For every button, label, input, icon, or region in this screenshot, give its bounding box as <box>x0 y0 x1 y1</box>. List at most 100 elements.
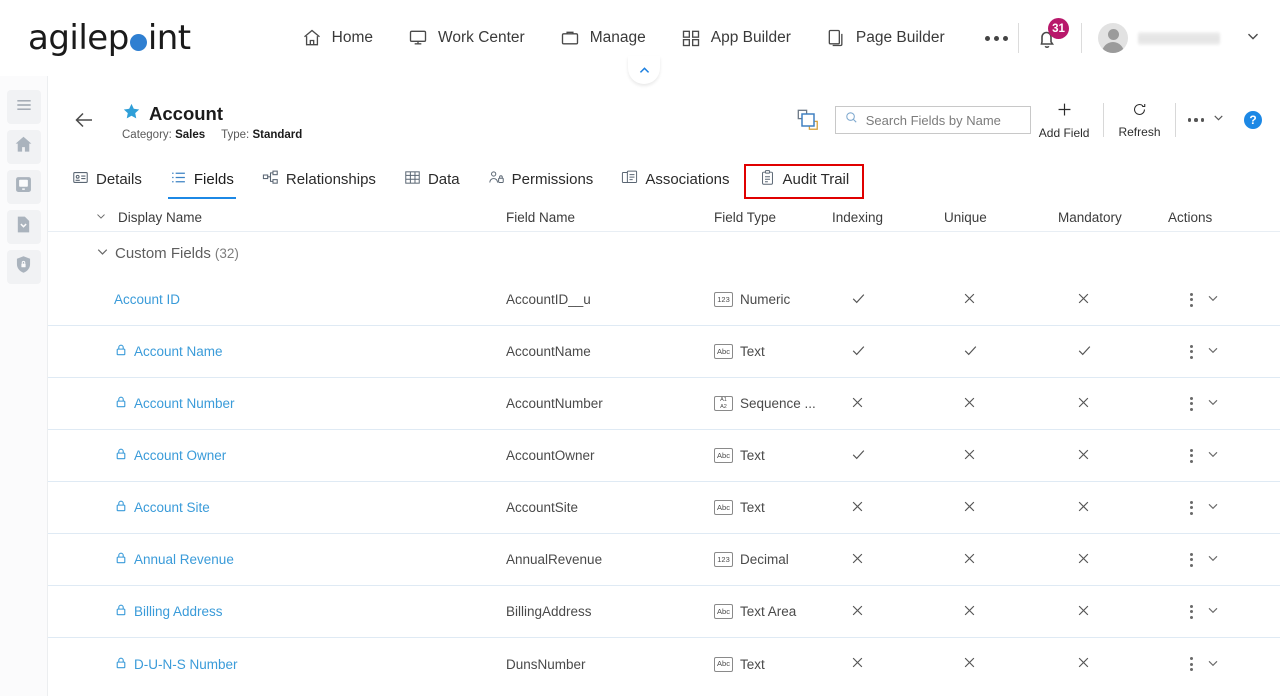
category-meta: Category: Sales <box>122 129 205 141</box>
table-row[interactable]: D-U-N-S Number DunsNumber Abc Text <box>48 638 1280 690</box>
cell-field-name: AccountName <box>506 344 591 359</box>
monitor-icon <box>407 28 429 48</box>
field-display-name-link[interactable]: Account Site <box>134 500 210 515</box>
table-row[interactable]: Account Number AccountNumber A1 A2 Sequenc… <box>48 378 1280 430</box>
sidebar-item-home[interactable] <box>6 130 41 164</box>
row-actions-menu-icon[interactable] <box>1190 292 1193 307</box>
tab-label-permissions: Permissions <box>511 171 594 188</box>
column-header-display-name[interactable]: Display Name <box>48 209 506 226</box>
tab-audit-trail[interactable]: Audit Trail <box>743 164 865 199</box>
group-row-custom-fields[interactable]: Custom Fields (32) <box>48 232 1280 274</box>
nav-item-app-builder[interactable]: App Builder <box>680 28 791 48</box>
column-header-field-type[interactable]: Field Type <box>714 210 832 225</box>
refresh-icon <box>1131 101 1148 123</box>
cell-indexing <box>832 290 944 310</box>
cross-icon <box>1076 395 1091 413</box>
cross-icon <box>1076 551 1091 569</box>
nav-item-home[interactable]: Home <box>301 28 373 48</box>
table-header-row: Display Name Field Name Field Type Index… <box>48 204 1280 232</box>
page-header: Account Category: Sales Type: Standard S… <box>48 76 1280 150</box>
row-expand-chevron-down-icon[interactable] <box>1205 602 1221 621</box>
cell-field-name: DunsNumber <box>506 656 586 672</box>
monitor-icon <box>13 174 34 200</box>
row-expand-chevron-down-icon[interactable] <box>1205 290 1221 309</box>
cell-indexing <box>832 655 944 673</box>
add-field-button[interactable]: Add Field <box>1031 100 1098 140</box>
username-redacted <box>1138 31 1220 45</box>
notifications-button[interactable]: 31 <box>1035 18 1069 54</box>
tab-permissions[interactable]: Permissions <box>474 165 608 199</box>
tab-associations[interactable]: Associations <box>607 165 743 199</box>
field-type-label: Text <box>740 656 765 672</box>
sidebar-item-security[interactable] <box>6 250 41 284</box>
tab-data[interactable]: Data <box>390 165 474 199</box>
row-expand-chevron-down-icon[interactable] <box>1205 655 1221 674</box>
column-header-indexing[interactable]: Indexing <box>832 210 944 225</box>
row-actions-menu-icon[interactable] <box>1190 344 1193 359</box>
field-display-name-link[interactable]: Account Number <box>134 396 235 411</box>
row-actions-menu-icon[interactable] <box>1190 657 1193 671</box>
table-row[interactable]: Account Owner AccountOwner Abc Text <box>48 430 1280 482</box>
text-type-icon: Abc <box>714 604 733 619</box>
table-row[interactable]: Annual Revenue AnnualRevenue 123 Decimal <box>48 534 1280 586</box>
nav-item-manage[interactable]: Manage <box>559 28 646 48</box>
field-display-name-link[interactable]: Account Owner <box>134 448 226 463</box>
tab-label-relationships: Relationships <box>285 171 376 188</box>
row-actions-menu-icon[interactable] <box>1190 500 1193 515</box>
field-display-name-link[interactable]: Billing Address <box>134 604 223 619</box>
row-actions-menu-icon[interactable] <box>1190 396 1193 411</box>
row-expand-chevron-down-icon[interactable] <box>1205 394 1221 413</box>
field-type-label: Numeric <box>740 292 791 307</box>
cross-icon <box>962 395 977 413</box>
layers-copy-icon[interactable] <box>793 105 823 135</box>
table-row[interactable]: Account ID AccountID__u 123 Numeric <box>48 274 1280 326</box>
table-body: Account ID AccountID__u 123 Numeric Accou… <box>48 274 1280 690</box>
toolbar-overflow-button[interactable] <box>1182 110 1233 130</box>
cell-unique <box>944 395 1058 413</box>
row-expand-chevron-down-icon[interactable] <box>1205 342 1221 361</box>
cross-icon <box>850 551 865 569</box>
cell-actions <box>1168 655 1268 674</box>
table-row[interactable]: Billing Address BillingAddress Abc Text A… <box>48 586 1280 638</box>
column-header-mandatory[interactable]: Mandatory <box>1058 210 1168 225</box>
sort-chevron-down-icon[interactable] <box>94 209 108 226</box>
sidebar-item-documents[interactable] <box>6 210 41 244</box>
row-actions-menu-icon[interactable] <box>1190 604 1193 619</box>
refresh-button[interactable]: Refresh <box>1110 101 1168 139</box>
field-display-name-link[interactable]: Account Name <box>134 344 223 359</box>
row-actions-menu-icon[interactable] <box>1190 448 1193 463</box>
group-chevron-down-icon[interactable] <box>94 243 111 264</box>
field-display-name-link[interactable]: Annual Revenue <box>134 552 234 567</box>
nav-item-page-builder[interactable]: Page Builder <box>825 28 945 48</box>
tab-details[interactable]: Details <box>58 165 156 199</box>
star-icon[interactable] <box>122 102 141 126</box>
entity-tabs: Details Fields Relationships Data Permis… <box>58 164 865 199</box>
nav-label-work-center: Work Center <box>438 29 525 46</box>
check-icon <box>850 446 867 466</box>
sidebar-item-menu[interactable] <box>6 90 41 124</box>
nav-item-work-center[interactable]: Work Center <box>407 28 525 48</box>
search-fields-box[interactable] <box>834 106 1031 134</box>
tab-fields[interactable]: Fields <box>156 165 248 199</box>
tab-relationships[interactable]: Relationships <box>248 165 390 199</box>
field-display-name-link[interactable]: D-U-N-S Number <box>134 657 238 672</box>
help-button[interactable]: ? <box>1244 111 1262 129</box>
logo-dot-icon <box>129 34 147 51</box>
account-chevron-down-icon[interactable] <box>1244 27 1262 50</box>
cell-display-name: D-U-N-S Number <box>48 656 506 673</box>
column-header-unique[interactable]: Unique <box>944 210 1058 225</box>
field-display-name-link[interactable]: Account ID <box>114 292 180 307</box>
search-input[interactable] <box>865 112 1022 128</box>
row-expand-chevron-down-icon[interactable] <box>1205 498 1221 517</box>
table-row[interactable]: Account Name AccountName Abc Text <box>48 326 1280 378</box>
back-arrow-icon[interactable] <box>72 108 96 137</box>
avatar[interactable] <box>1098 23 1128 53</box>
agilepoint-logo[interactable]: agilep int <box>28 18 191 58</box>
notification-badge: 31 <box>1048 18 1069 39</box>
column-header-field-name[interactable]: Field Name <box>506 210 714 225</box>
row-expand-chevron-down-icon[interactable] <box>1205 446 1221 465</box>
table-row[interactable]: Account Site AccountSite Abc Text <box>48 482 1280 534</box>
sidebar-item-screen[interactable] <box>6 170 41 204</box>
row-actions-menu-icon[interactable] <box>1190 552 1193 567</box>
row-expand-chevron-down-icon[interactable] <box>1205 550 1221 569</box>
